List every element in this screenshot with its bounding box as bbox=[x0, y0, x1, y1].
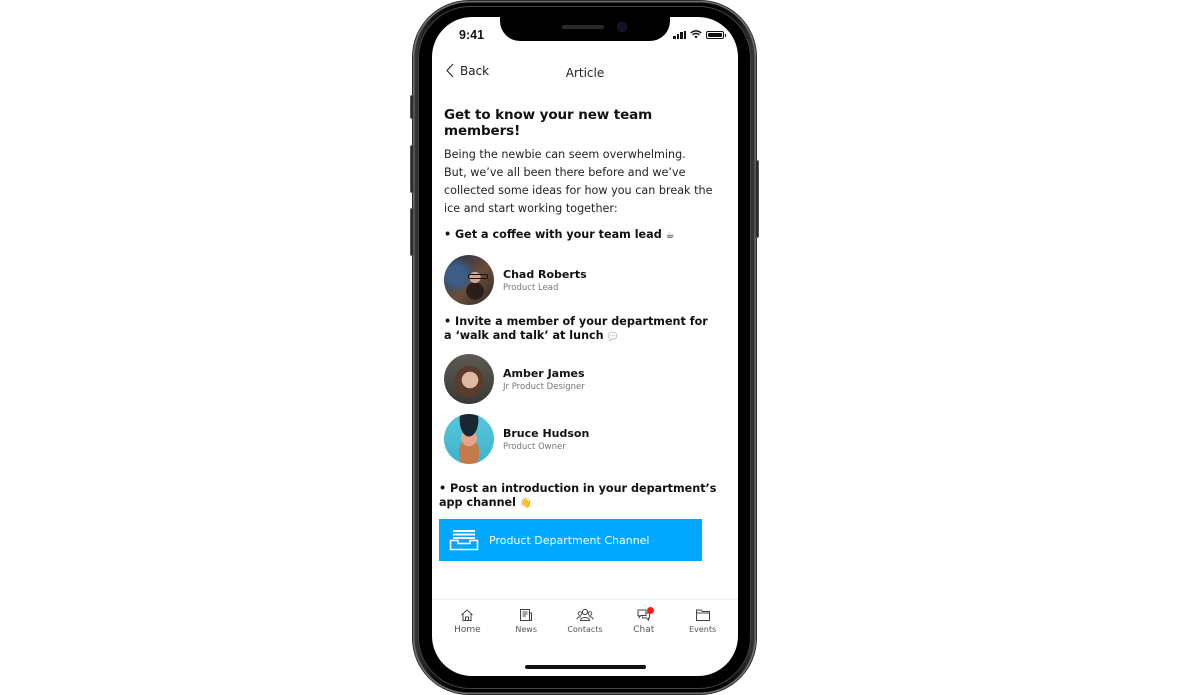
person-card[interactable]: Amber James Jr Product Designer bbox=[444, 354, 729, 404]
bullet-coffee: • Get a coffee with your team lead ☕ bbox=[444, 228, 729, 243]
channel-button-label: Product Department Channel bbox=[489, 533, 650, 547]
avatar bbox=[444, 354, 494, 404]
article-intro: Being the newbie can seem overwhelming. … bbox=[444, 146, 729, 218]
tab-contacts[interactable]: Contacts bbox=[556, 608, 614, 649]
chevron-left-icon bbox=[446, 63, 454, 78]
tab-home[interactable]: Home bbox=[438, 608, 496, 649]
cellular-signal-icon bbox=[673, 30, 686, 39]
tab-label: Chat bbox=[633, 625, 655, 635]
home-indicator[interactable] bbox=[525, 665, 646, 669]
newspaper-icon bbox=[520, 609, 533, 621]
tab-label: News bbox=[515, 625, 537, 634]
bullet-text: • Invite a member of your department for… bbox=[444, 315, 708, 342]
tab-news[interactable]: News bbox=[497, 608, 555, 649]
volume-down-button bbox=[410, 208, 414, 256]
battery-icon bbox=[706, 30, 726, 39]
status-time: 9:41 bbox=[459, 28, 485, 42]
article-intro-line-1: Being the newbie can seem overwhelming. bbox=[444, 148, 686, 161]
nav-bar: Back Article bbox=[432, 61, 738, 85]
person-name: Amber James bbox=[503, 366, 585, 380]
status-icons bbox=[673, 30, 726, 39]
volume-up-button bbox=[410, 145, 414, 193]
phone-screen: 9:41 Back Article Get to know your new t… bbox=[432, 17, 738, 676]
mute-switch bbox=[410, 95, 414, 119]
unread-badge bbox=[646, 607, 654, 614]
coffee-icon: ☕ bbox=[665, 230, 675, 241]
article-title: Get to know your new team members! bbox=[444, 107, 653, 139]
inbox-tray-icon bbox=[449, 530, 479, 551]
tab-label: Events bbox=[689, 625, 717, 634]
back-label: Back bbox=[460, 63, 490, 78]
article-content: Get to know your new team members! Being… bbox=[439, 107, 729, 511]
waving-hand-icon: 👋 bbox=[519, 498, 533, 509]
product-department-channel-button[interactable]: Product Department Channel bbox=[439, 519, 702, 561]
tab-events[interactable]: Events bbox=[674, 608, 732, 649]
tab-chat[interactable]: Chat bbox=[615, 607, 673, 649]
back-button[interactable]: Back bbox=[446, 63, 489, 78]
article-intro-line-2: But, we’ve all been there before and we’… bbox=[444, 166, 713, 215]
person-role: Jr Product Designer bbox=[503, 381, 585, 392]
person-card[interactable]: Chad Roberts Product Lead bbox=[444, 255, 729, 305]
power-button bbox=[755, 160, 759, 238]
speech-bubble-icon: 💬 bbox=[607, 332, 618, 341]
person-role: Product Owner bbox=[503, 441, 566, 452]
wifi-icon bbox=[690, 30, 702, 39]
avatar bbox=[444, 255, 494, 305]
tab-bar: Home News Contacts Chat Events bbox=[432, 599, 738, 649]
person-role: Product Lead bbox=[503, 282, 559, 293]
person-card[interactable]: Bruce Hudson Product Owner bbox=[444, 414, 729, 464]
bullet-walk-and-talk: • Invite a member of your department for… bbox=[444, 315, 729, 344]
home-icon bbox=[461, 609, 474, 621]
bullet-text: • Post an introduction in your departmen… bbox=[439, 482, 717, 509]
person-name: Bruce Hudson bbox=[503, 426, 590, 440]
bullet-post-intro: • Post an introduction in your departmen… bbox=[439, 482, 729, 511]
bullet-text: • Get a coffee with your team lead bbox=[444, 228, 662, 241]
glasses bbox=[468, 274, 488, 279]
tab-label: Contacts bbox=[567, 625, 603, 634]
tab-label: Home bbox=[454, 625, 481, 635]
notch bbox=[500, 17, 670, 41]
contacts-icon bbox=[576, 608, 594, 621]
avatar bbox=[444, 414, 494, 464]
folder-icon bbox=[695, 609, 710, 621]
speaker-grille bbox=[562, 25, 604, 29]
front-camera bbox=[618, 23, 626, 31]
person-name: Chad Roberts bbox=[503, 267, 587, 281]
